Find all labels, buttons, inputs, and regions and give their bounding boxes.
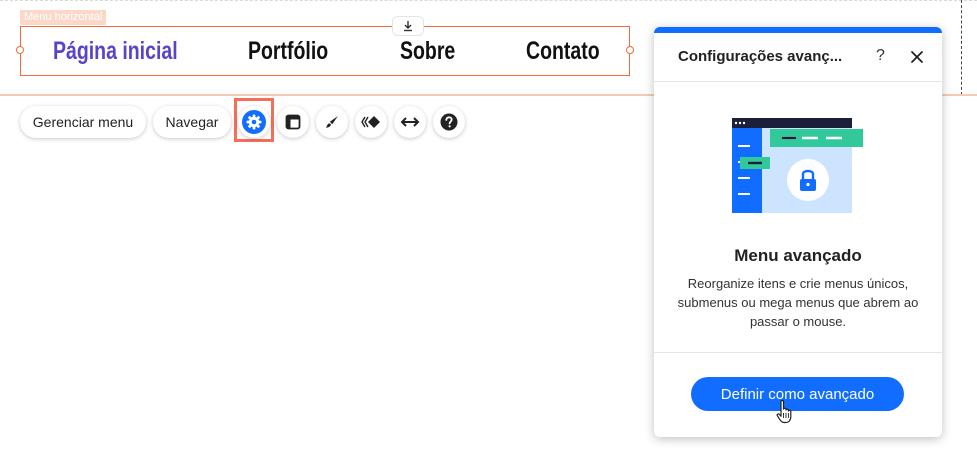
animation-button[interactable] <box>355 106 387 138</box>
panel-title: Configurações avanç... <box>678 48 843 65</box>
panel-accent-bar <box>654 27 942 33</box>
panel-footer-divider <box>654 352 942 353</box>
hand-cursor-icon <box>776 399 792 424</box>
manage-menu-button[interactable]: Gerenciar menu <box>20 106 146 138</box>
settings-icon <box>242 110 266 134</box>
menu-item-contact[interactable]: Contato <box>526 37 600 66</box>
close-icon[interactable] <box>909 49 925 65</box>
stretch-icon <box>400 117 420 127</box>
menu-component-tag: Menu horizontal <box>20 10 107 25</box>
help-icon <box>440 113 458 131</box>
panel-heading: Menu avançado <box>734 246 862 265</box>
panel-description: Reorganize itens e crie menus únicos, su… <box>677 276 919 329</box>
panel-help-button[interactable]: ? <box>876 47 885 65</box>
design-button[interactable] <box>316 106 348 138</box>
menu-item-home[interactable]: Página inicial <box>53 37 178 66</box>
panel-header-divider <box>654 81 942 82</box>
canvas-edge-guide <box>961 0 962 95</box>
set-advanced-button[interactable]: Definir como avançado <box>691 377 904 411</box>
help-button[interactable] <box>433 106 465 138</box>
animation-icon <box>361 116 380 128</box>
advanced-settings-panel: Configurações avanç... ? Menu avançado R… <box>654 27 942 437</box>
menu-item-about[interactable]: Sobre <box>400 37 455 66</box>
design-brush-icon <box>326 116 338 128</box>
horizontal-menu: Página inicial Portfólio Sobre Contato <box>20 26 630 76</box>
navigate-button[interactable]: Navegar <box>153 106 231 138</box>
canvas-top-guide <box>0 0 977 3</box>
stretch-button[interactable] <box>394 106 426 138</box>
layout-button[interactable] <box>277 106 309 138</box>
layout-icon <box>285 114 301 130</box>
settings-button[interactable] <box>238 106 270 138</box>
advanced-menu-illustration <box>732 118 863 213</box>
menu-item-portfolio[interactable]: Portfólio <box>248 37 328 66</box>
